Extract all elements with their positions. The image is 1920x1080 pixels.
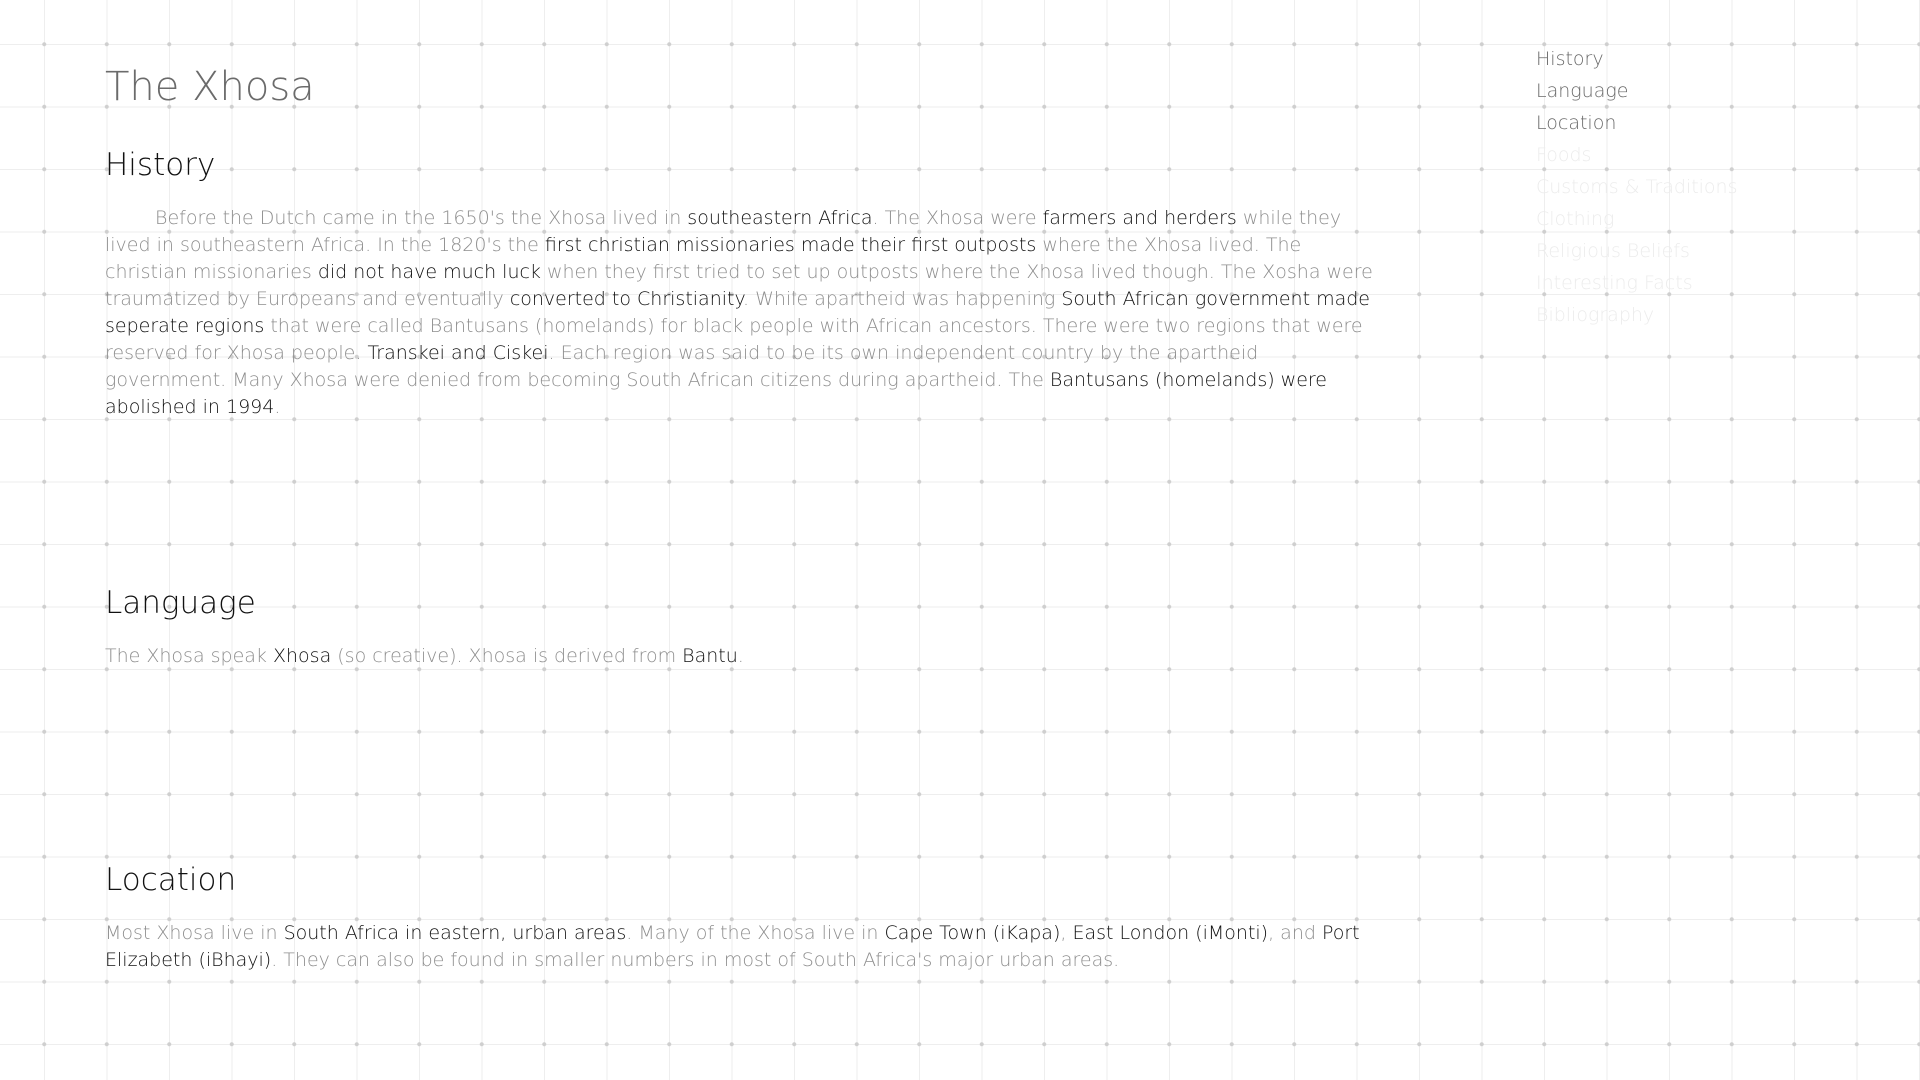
language-section: Language The Xhosa speak Xhosa (so creat… xyxy=(105,585,1385,670)
history-heading: History xyxy=(105,147,216,183)
text-run: , and xyxy=(1268,922,1322,944)
location-heading: Location xyxy=(105,862,237,898)
text-run: , xyxy=(1060,922,1073,944)
language-heading: Language xyxy=(105,585,256,621)
text-run: . The Xhosa were xyxy=(872,207,1043,229)
toc-item-history[interactable]: History xyxy=(1536,43,1738,75)
highlight-phrase: did not have much luck xyxy=(317,261,541,283)
highlight-phrase: converted to Christianity xyxy=(509,288,743,310)
highlight-phrase: Cape Town (iKapa) xyxy=(884,922,1061,944)
toc-item-interesting-facts[interactable]: Interesting Facts xyxy=(1536,267,1738,299)
toc-item-location[interactable]: Location xyxy=(1536,107,1738,139)
text-run: The Xhosa speak xyxy=(105,645,273,667)
location-paragraph: Most Xhosa live in South Africa in easte… xyxy=(105,920,1385,974)
highlight-phrase: Bantu xyxy=(682,645,738,667)
toc-item-language[interactable]: Language xyxy=(1536,75,1738,107)
highlight-phrase: East London (iMonti) xyxy=(1072,922,1269,944)
text-run: Most Xhosa live in xyxy=(105,922,284,944)
highlight-phrase: southeastern Africa xyxy=(687,207,873,229)
text-run: . xyxy=(737,645,744,667)
text-run: (so creative). Xhosa is derived from xyxy=(331,645,683,667)
history-paragraph: Before the Dutch came in the 1650's the … xyxy=(105,205,1385,421)
text-run: . While apartheid was happening xyxy=(743,288,1062,310)
toc-item-bibliography[interactable]: Bibliography xyxy=(1536,299,1738,331)
text-run: . xyxy=(274,396,281,418)
highlight-phrase: South Africa in eastern, urban areas xyxy=(283,922,627,944)
highlight-phrase: Transkei and Ciskei xyxy=(367,342,549,364)
history-section: History Before the Dutch came in the 165… xyxy=(105,147,1385,421)
highlight-phrase: Xhosa xyxy=(272,645,332,667)
toc-item-foods[interactable]: Foods xyxy=(1536,139,1738,171)
text-run: . They can also be found in smaller numb… xyxy=(271,949,1120,971)
toc-item-customs-traditions[interactable]: Customs & Traditions xyxy=(1536,171,1738,203)
toc-list: History Language Location Foods Customs … xyxy=(1536,43,1738,331)
toc-item-clothing[interactable]: Clothing xyxy=(1536,203,1738,235)
language-paragraph: The Xhosa speak Xhosa (so creative). Xho… xyxy=(105,643,1385,670)
highlight-phrase: first christian missionaries made their … xyxy=(544,234,1037,256)
text-run: Before the Dutch came in the 1650's the … xyxy=(155,207,688,229)
highlight-phrase: farmers and herders xyxy=(1042,207,1237,229)
location-section: Location Most Xhosa live in South Africa… xyxy=(105,862,1385,974)
text-run: . Many of the Xhosa live in xyxy=(626,922,885,944)
toc-item-religious-beliefs[interactable]: Religious Beliefs xyxy=(1536,235,1738,267)
page-title: The Xhosa xyxy=(105,64,315,110)
